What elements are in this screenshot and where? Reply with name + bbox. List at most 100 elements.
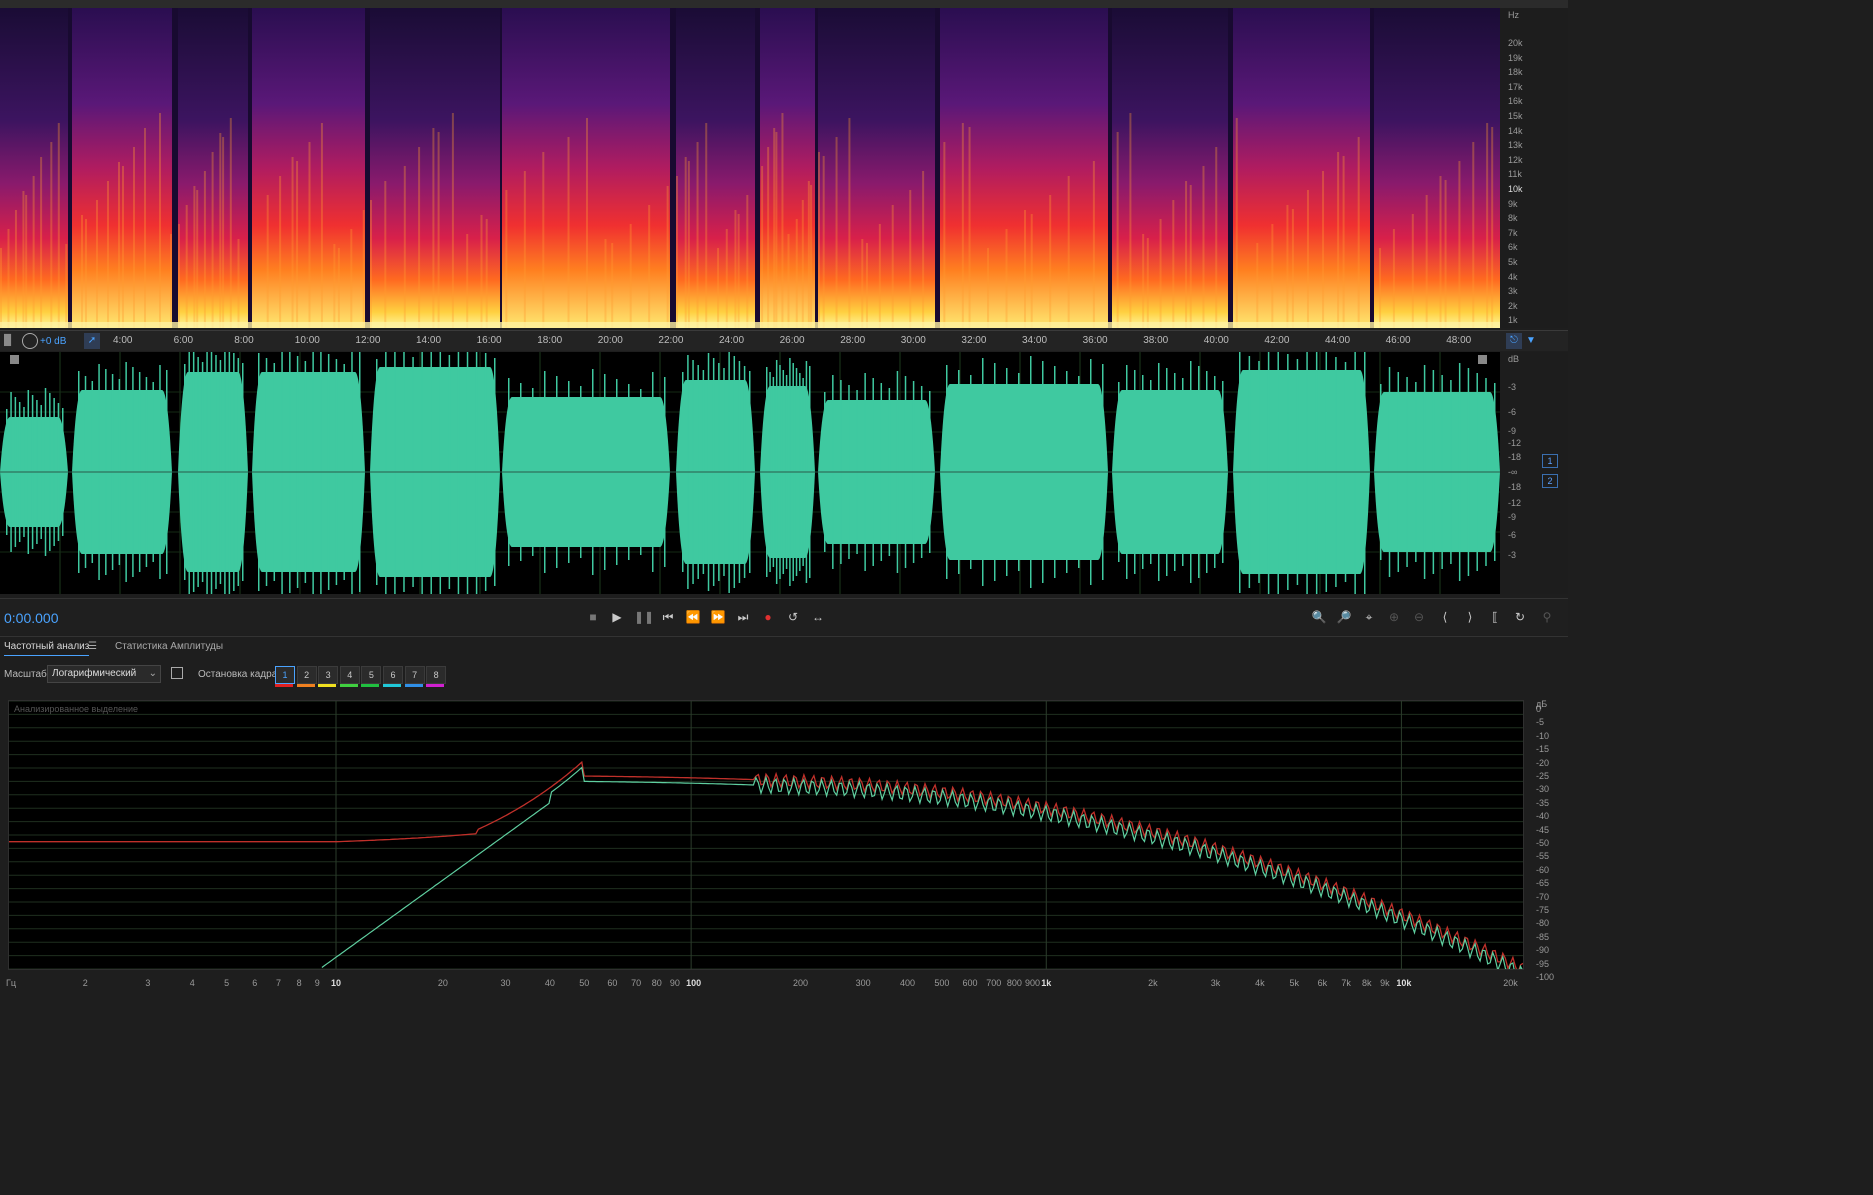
freeze-frame-button-8[interactable]: 8 xyxy=(426,666,447,684)
frequency-graph[interactable] xyxy=(8,700,1524,970)
freeze-frame-button-3[interactable]: 3 xyxy=(318,666,339,684)
graph-hz-tick: 900 xyxy=(1025,978,1041,988)
channel-2-toggle[interactable]: 2 xyxy=(1542,474,1558,488)
hz-tick-label: 6k xyxy=(1508,242,1518,253)
graph-hz-tick: 30 xyxy=(500,978,511,988)
graph-hz-tick: 6 xyxy=(252,978,258,988)
hz-tick-label: 10k xyxy=(1508,184,1523,194)
waveform-spike xyxy=(1354,352,1356,594)
headphones-icon[interactable]: ⎋ xyxy=(1506,333,1522,349)
freeze-frame-color-bar xyxy=(361,684,380,687)
graph-hz-tick: 500 xyxy=(934,978,950,988)
graph-hz-tick: 20 xyxy=(437,978,448,988)
waveform-spike xyxy=(1267,352,1270,594)
record-button[interactable]: ● xyxy=(759,608,777,626)
freeze-frame-color-bar xyxy=(339,684,358,687)
graph-hz-tick: 1k xyxy=(1041,978,1052,988)
hz-tick-label: 14k xyxy=(1508,125,1523,136)
graph-db-tick: -20 xyxy=(1536,757,1550,768)
gain-knob-icon[interactable] xyxy=(22,333,38,349)
fade-out-handle[interactable] xyxy=(1478,355,1487,364)
spectrogram-segment xyxy=(818,8,935,328)
scale-dropdown[interactable]: Логарифмический ⌄ xyxy=(47,665,161,683)
tab-amplitude-statistics[interactable]: Статистика Амплитуды xyxy=(115,641,223,652)
zoom-in-left-icon[interactable]: ⟨ xyxy=(1436,608,1454,626)
fade-in-handle[interactable] xyxy=(10,355,19,364)
graph-hz-tick: 5k xyxy=(1289,978,1299,988)
graph-hz-tick: 4k xyxy=(1255,978,1265,988)
zoom-out-time-icon[interactable]: ⊖ xyxy=(1410,608,1428,626)
zoom-in-amplitude-icon[interactable]: 🔍 xyxy=(1310,608,1328,626)
spectrogram-view[interactable] xyxy=(0,8,1500,328)
graph-hz-tick: 100 xyxy=(686,978,702,988)
freeze-frame-button-4[interactable]: 4 xyxy=(339,666,360,684)
panel-menu-icon[interactable]: ☰ xyxy=(88,641,97,652)
zoom-reset-icon[interactable]: ↻ xyxy=(1511,608,1529,626)
graph-db-tick: -5 xyxy=(1536,717,1545,728)
waveform-spike xyxy=(320,352,322,594)
graph-hz-tick: 3 xyxy=(145,978,151,988)
skip-to-start-button[interactable]: ⏮ xyxy=(659,608,677,626)
spectrogram-segment xyxy=(178,8,248,328)
marker-icon[interactable]: ▼ xyxy=(1526,333,1536,349)
time-ruler[interactable]: █ +0 dB ➚ 4:00 6:00 8:00 10:00 12:00 14:00 16:… xyxy=(0,330,1568,351)
spectrogram-segment xyxy=(1233,8,1370,328)
play-button[interactable]: ▶ xyxy=(608,608,626,626)
waveform-spike xyxy=(281,352,283,594)
waveform-spike xyxy=(1364,352,1366,594)
zoom-in-right-icon[interactable]: ⟩ xyxy=(1461,608,1479,626)
scale-dropdown-value: Логарифмический xyxy=(52,668,137,679)
db-tick-label: -18 xyxy=(1508,482,1522,492)
db-tick-label: -18 xyxy=(1508,452,1522,462)
zoom-selection-icon[interactable]: ⟦ xyxy=(1486,608,1504,626)
freeze-frame-button-7[interactable]: 7 xyxy=(404,666,425,684)
pause-button[interactable]: ❚❚ xyxy=(634,608,654,626)
freeze-frame-color-bar xyxy=(318,684,337,687)
skip-selection-button[interactable]: ↔ xyxy=(809,608,827,626)
time-tick-label: 32:00 xyxy=(961,335,987,346)
graph-db-tick: -75 xyxy=(1536,905,1550,915)
zoom-out-full-icon[interactable]: ⚲ xyxy=(1538,608,1556,626)
timecode-display[interactable]: 0:00.000 xyxy=(4,610,59,626)
level-meter-icon[interactable]: █ xyxy=(4,335,16,347)
waveform-spike xyxy=(1277,352,1279,594)
graph-hz-tick: 400 xyxy=(899,978,915,988)
hz-tick-label: 9k xyxy=(1508,198,1518,209)
graph-hz-tick: 7k xyxy=(1341,978,1351,988)
graph-hz-tick: 800 xyxy=(1006,978,1022,988)
db-tick-label: -9 xyxy=(1508,512,1517,522)
graph-hz-tick: 3k xyxy=(1210,978,1221,988)
time-tick-label: 12:00 xyxy=(355,335,381,346)
skip-to-end-button[interactable]: ⏭ xyxy=(734,608,752,626)
graph-hz-tick: 10k xyxy=(1396,978,1412,988)
zoom-in-time-icon[interactable]: ⊕ xyxy=(1385,608,1403,626)
zoom-out-amplitude-icon[interactable]: 🔎 xyxy=(1335,608,1353,626)
zoom-full-icon[interactable]: ⌖ xyxy=(1360,608,1378,626)
freeze-frame-button-6[interactable]: 6 xyxy=(383,666,403,684)
time-tick-label: 8:00 xyxy=(234,335,254,346)
pin-icon[interactable]: ➚ xyxy=(84,333,100,349)
freeze-frame-button-5[interactable]: 5 xyxy=(361,666,382,684)
channel-1-toggle[interactable]: 1 xyxy=(1542,454,1558,468)
freeze-frame-button-1[interactable]: 1 xyxy=(275,666,295,684)
waveform-spike xyxy=(1306,352,1308,594)
copy-icon[interactable] xyxy=(171,667,183,679)
top-resize-bar[interactable] xyxy=(0,0,1568,8)
stop-button[interactable]: ■ xyxy=(584,608,602,626)
graph-hz-tick: 2 xyxy=(82,978,88,988)
db-tick-label: -3 xyxy=(1508,382,1517,392)
loop-playback-button[interactable]: ↺ xyxy=(784,608,802,626)
hz-tick-label: 15k xyxy=(1508,111,1523,121)
graph-db-scale: дБ 0 -5 -10 -15 -20 -25 -30 -35 -40 -45 -50 -55 -60-… xyxy=(1524,699,1568,982)
spectrogram-segment xyxy=(1112,8,1228,328)
hz-tick-label: 18k xyxy=(1508,67,1523,78)
fast-forward-button[interactable]: ⏩ xyxy=(709,608,727,626)
hz-tick-label: 11k xyxy=(1508,169,1522,180)
gain-value[interactable]: +0 dB xyxy=(40,336,66,347)
rewind-button[interactable]: ⏪ xyxy=(684,608,702,626)
freeze-frame-button-2[interactable]: 2 xyxy=(296,666,317,684)
waveform-view[interactable] xyxy=(0,352,1500,594)
graph-hz-tick: 4 xyxy=(189,978,195,988)
tab-frequency-analysis[interactable]: Частотный анализ xyxy=(4,641,90,656)
hz-tick-label: 20k xyxy=(1508,38,1523,48)
